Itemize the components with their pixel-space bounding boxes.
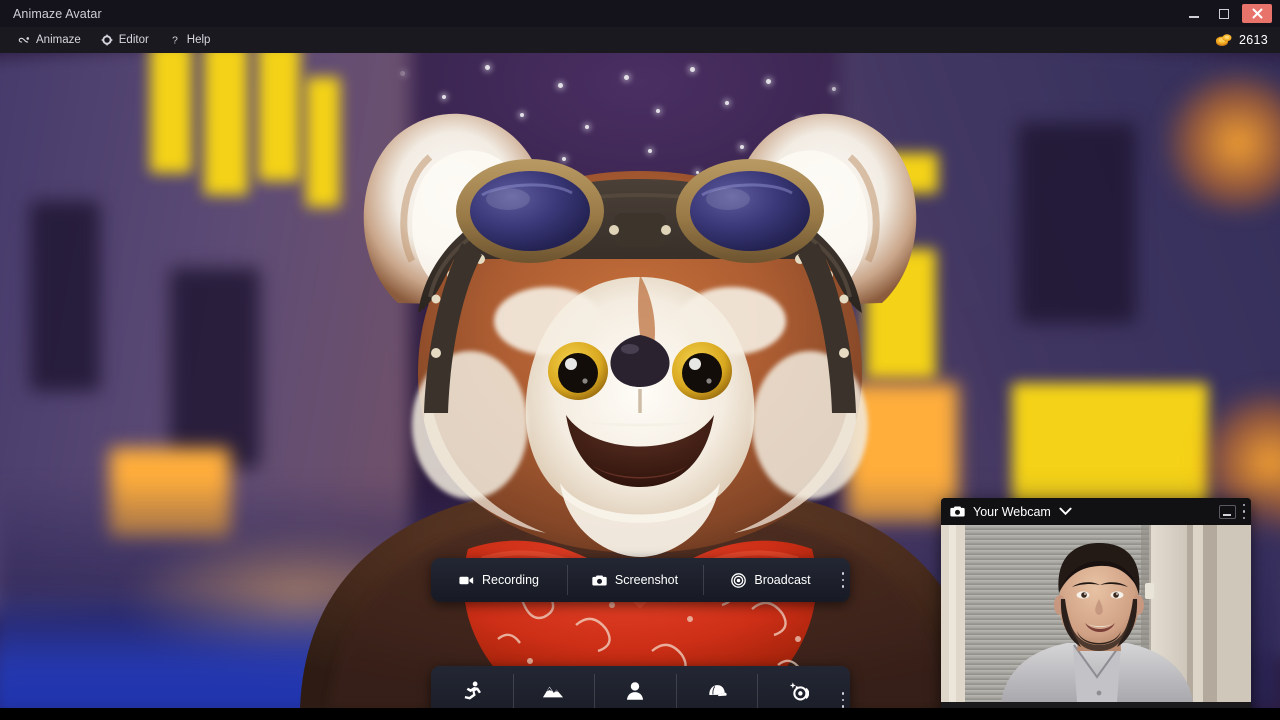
capture-toolbar: Recording Screenshot Broadcast (431, 558, 850, 602)
menu-item-animaze[interactable]: Animaze (8, 27, 91, 53)
window-title: Animaze Avatar (13, 6, 102, 21)
minimize-icon (1189, 16, 1199, 18)
webcam-panel: Your Webcam (941, 498, 1251, 708)
recording-button[interactable]: Recording (431, 558, 567, 602)
coin-sparkle-icon (790, 682, 810, 701)
capture-toolbar-drag-handle[interactable] (839, 558, 850, 602)
cap-icon (708, 685, 727, 697)
props-button[interactable]: Props (675, 666, 758, 708)
gold-currency-amount: 2613 (1238, 33, 1268, 47)
menu-item-help-label: Help (186, 34, 211, 46)
animations-button[interactable]: Animations (431, 666, 513, 708)
screenshot-label: Screenshot (614, 573, 679, 587)
menu-bar: Animaze Editor ? Help 2613 (0, 27, 1280, 53)
gold-currency-indicator[interactable]: 2613 (1215, 27, 1268, 53)
webcam-minimize-button[interactable] (1218, 504, 1236, 519)
backgrounds-button[interactable]: Backgrounds (512, 666, 595, 708)
gold-coin-icon (1215, 34, 1232, 46)
nav-toolbar-drag-handle[interactable] (839, 666, 850, 708)
broadcast-button[interactable]: Broadcast (703, 558, 839, 602)
menu-item-editor-label: Editor (118, 34, 149, 46)
gear-icon (101, 34, 113, 46)
person-icon (626, 682, 644, 700)
avatars-button[interactable]: Avatars (594, 666, 676, 708)
window-controls (1179, 0, 1280, 27)
broadcast-label: Broadcast (754, 573, 811, 587)
question-mark-icon: ? (172, 35, 178, 46)
video-camera-icon (459, 576, 474, 584)
broadcast-icon (731, 572, 747, 588)
menu-item-editor[interactable]: Editor (91, 27, 159, 53)
mountains-icon (543, 686, 564, 698)
camera-icon (592, 575, 607, 585)
menu-item-help[interactable]: ? Help (159, 27, 221, 53)
animaze-logo-icon (18, 37, 30, 43)
webcam-video-feed (941, 525, 1251, 702)
svg-text:?: ? (172, 35, 178, 46)
goggle-lens-right (676, 159, 824, 263)
webcam-panel-title: Your Webcam (973, 504, 1051, 519)
animaze-app-window: Animaze Avatar Animaze Editor ? Help 261… (0, 0, 1280, 720)
recording-label: Recording (482, 573, 539, 587)
avatar-stage: Recording Screenshot Broadcast Your Webc… (0, 53, 1280, 708)
minimize-icon (1223, 513, 1231, 516)
menu-item-animaze-label: Animaze (36, 34, 81, 46)
camera-icon (950, 506, 965, 517)
minimize-button[interactable] (1179, 0, 1209, 27)
chevron-down-icon[interactable] (1059, 507, 1072, 516)
avatar-right-eye (672, 342, 732, 400)
close-icon (1252, 8, 1262, 19)
avatar-left-eye (548, 342, 608, 400)
running-person-icon (464, 681, 481, 700)
goggle-lens-left (456, 159, 604, 263)
title-bar: Animaze Avatar (0, 0, 1280, 27)
main-nav-toolbar: Animations Backgrounds Avatars (431, 666, 850, 708)
screenshot-button[interactable]: Screenshot (567, 558, 703, 602)
calibrate-button[interactable]: Calibrate (941, 702, 1251, 708)
maximize-icon (1219, 8, 1229, 19)
webcam-drag-handle[interactable] (1241, 503, 1248, 520)
gold-shop-button[interactable]: Gold Shop (757, 666, 839, 708)
close-button[interactable] (1242, 4, 1272, 23)
webcam-frame (941, 525, 1251, 702)
maximize-button[interactable] (1209, 0, 1239, 27)
webcam-panel-header: Your Webcam (941, 498, 1251, 525)
